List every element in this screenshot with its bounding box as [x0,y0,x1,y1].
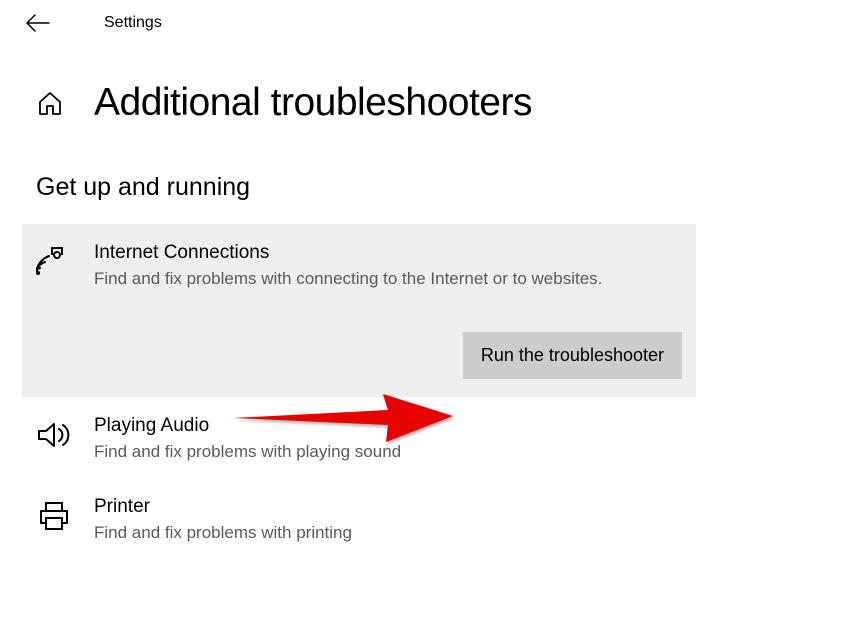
section-title: Get up and running [36,173,818,202]
item-title: Printer [94,496,682,518]
troubleshooter-playing-audio[interactable]: Playing Audio Find and fix problems with… [22,397,696,479]
troubleshooter-printer[interactable]: Printer Find and fix problems with print… [22,478,696,560]
internet-connections-icon [36,244,72,280]
back-arrow-icon [26,14,50,32]
troubleshooter-list: Internet Connections Find and fix proble… [22,224,818,560]
app-title: Settings [104,14,162,32]
item-description: Find and fix problems with printing [94,520,682,546]
item-description: Find and fix problems with playing sound [94,439,682,465]
printer-icon [36,498,72,534]
item-description: Find and fix problems with connecting to… [94,266,682,292]
back-button[interactable] [26,14,50,32]
home-icon[interactable] [36,89,64,117]
item-title: Internet Connections [94,242,682,264]
playing-audio-icon [36,417,72,453]
troubleshooter-internet-connections[interactable]: Internet Connections Find and fix proble… [22,224,696,397]
item-title: Playing Audio [94,415,682,437]
page-title: Additional troubleshooters [94,81,532,125]
run-troubleshooter-button[interactable]: Run the troubleshooter [463,332,682,379]
